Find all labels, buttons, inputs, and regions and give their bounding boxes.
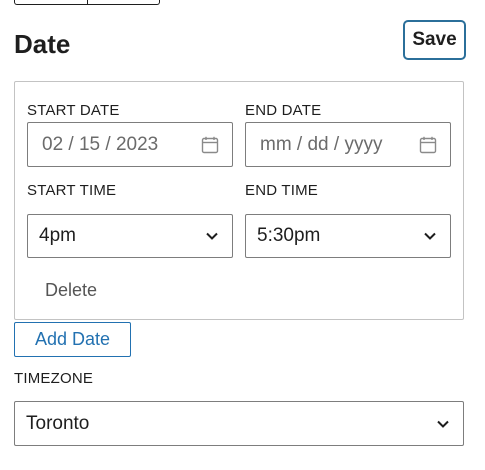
start-time-value[interactable]: 4pm — [28, 225, 205, 247]
delete-date-button[interactable]: Delete — [45, 280, 97, 301]
add-date-button[interactable]: Add Date — [14, 322, 131, 357]
end-date-field[interactable]: mm / dd / yyyy — [245, 122, 451, 167]
timezone-select[interactable]: Toronto — [14, 401, 464, 446]
calendar-icon[interactable] — [419, 136, 437, 154]
end-time-value[interactable]: 5:30pm — [246, 225, 423, 247]
end-time-label: END TIME — [245, 182, 318, 199]
chevron-down-icon — [206, 232, 218, 240]
timezone-label: TIMEZONE — [14, 370, 94, 387]
calendar-icon[interactable] — [201, 136, 219, 154]
chevron-down-icon — [424, 232, 436, 240]
timezone-value[interactable]: Toronto — [15, 413, 436, 435]
tab-divider — [87, 0, 88, 4]
start-date-field[interactable]: 02 / 15 / 2023 — [27, 122, 233, 167]
end-date-placeholder[interactable]: mm / dd / yyyy — [246, 134, 419, 156]
end-date-label: END DATE — [245, 102, 322, 119]
start-date-label: START DATE — [27, 102, 120, 119]
start-date-value[interactable]: 02 / 15 / 2023 — [28, 134, 201, 156]
section-heading: Date — [14, 29, 71, 59]
start-time-label: START TIME — [27, 182, 117, 199]
end-time-select[interactable]: 5:30pm — [245, 214, 451, 258]
save-button[interactable]: Save — [403, 20, 466, 60]
chevron-down-icon — [437, 420, 449, 428]
top-tab-group[interactable] — [14, 0, 160, 5]
start-time-select[interactable]: 4pm — [27, 214, 233, 258]
